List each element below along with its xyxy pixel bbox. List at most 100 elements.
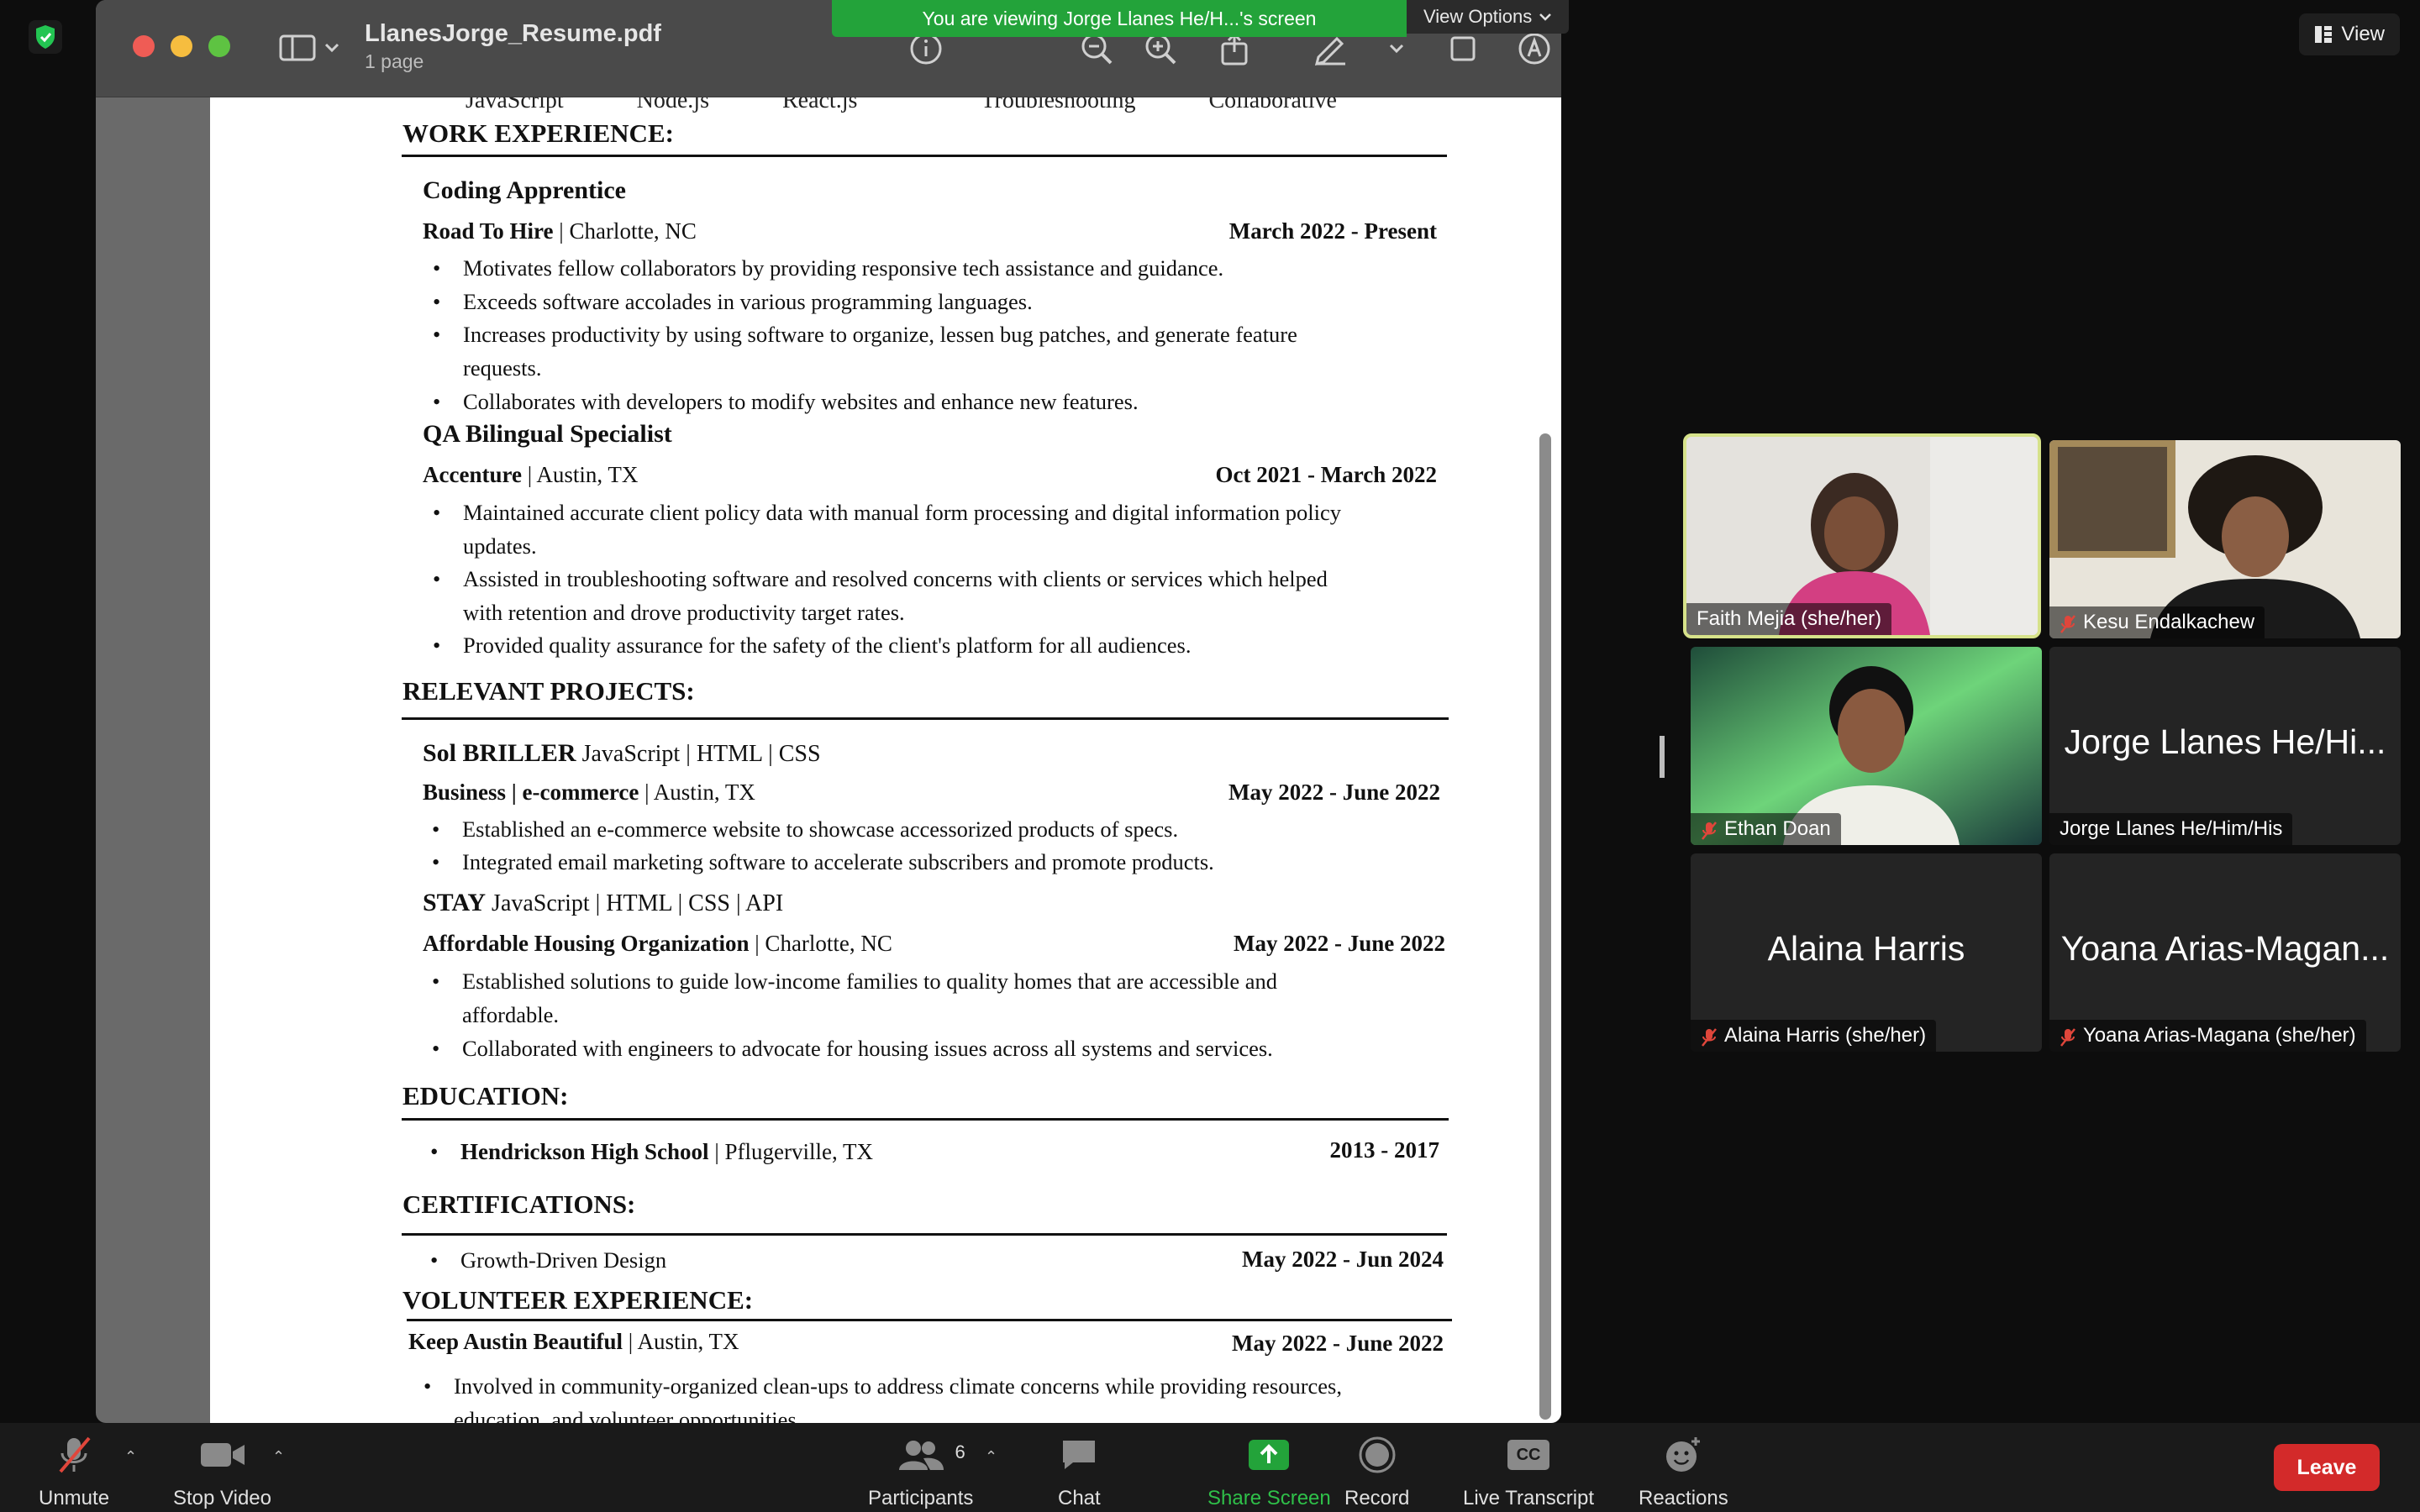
record-button[interactable]: Record [1344,1431,1409,1510]
panel-resize-handle[interactable] [1660,736,1665,778]
participant-tile-ethan[interactable]: Ethan Doan [1691,647,2042,845]
bullet-item: Increases productivity by using software… [433,318,1297,351]
live-transcript-button[interactable]: CC Live Transcript [1463,1431,1594,1510]
skill-text: Troubleshooting [981,97,1136,113]
section-heading-projects: RELEVANT PROJECTS: [402,676,695,706]
school-location: | Pflugerville, TX [708,1139,873,1164]
project-name: Sol BRILLER [423,739,576,767]
job-org: Road To Hire | Charlotte, NC [423,218,697,244]
reactions-label: Reactions [1639,1487,1728,1509]
share-screen-button[interactable]: Share Screen [1207,1431,1331,1510]
org-name: Affordable Housing Organization [423,931,750,956]
muted-mic-icon [2060,1026,2076,1047]
bullet-continuation: affordable. [462,1002,560,1027]
view-options-button[interactable]: View Options [1407,0,1570,34]
chat-button[interactable]: Chat [1058,1431,1101,1510]
document-page-count: 1 page [365,50,424,72]
bullet-item: Assisted in troubleshooting software and… [433,562,1328,596]
bullet-item: Integrated email marketing software to a… [432,845,1214,879]
job-dates: Oct 2021 - March 2022 [1215,462,1437,487]
certification-dates: May 2022 - Jun 2024 [1241,1247,1444,1272]
share-screen-icon [1247,1431,1291,1478]
stop-video-button[interactable]: Stop Video [173,1431,271,1510]
audio-options-caret[interactable]: ⌃ [124,1448,137,1466]
live-transcript-label: Live Transcript [1463,1487,1595,1509]
bullet-item: Collaborates with developers to modify w… [433,385,1139,418]
view-layout-button[interactable]: View [2299,13,2400,55]
muted-mic-icon [52,1431,96,1478]
cc-text: CC [1507,1440,1550,1470]
participant-name: Alaina Harris (she/her) [1724,1024,1927,1047]
bullet-continuation: education, and volunteer opportunities. [454,1407,802,1423]
viewing-screen-message: You are viewing Jorge Llanes He/H...'s s… [832,0,1407,37]
skill-text: React.js [781,97,858,113]
view-options-label: View Options [1423,6,1533,27]
participants-button[interactable]: 6 Participants [868,1431,973,1510]
unmute-label: Unmute [39,1487,110,1509]
minimize-window-button[interactable] [171,35,192,57]
participant-name-tag: Jorge Llanes He/Him/His [2049,813,2293,845]
view-label: View [2341,23,2385,45]
sidebar-icon [279,34,316,61]
volunteer-dates: May 2022 - June 2022 [1232,1331,1444,1356]
volunteer-org: Keep Austin Beautiful | Austin, TX [408,1329,739,1355]
section-rule [402,717,1449,720]
share-screen-label: Share Screen [1207,1487,1331,1509]
participants-count: 6 [955,1441,965,1462]
project-org: Business | e-commerce | Austin, TX [423,780,755,806]
participant-display-name: Jorge Llanes He/Hi... [2064,722,2386,761]
participant-name-tag: Yoana Arias-Magana (she/her) [2049,1020,2366,1052]
leave-meeting-button[interactable]: Leave [2274,1444,2380,1491]
section-rule [402,1118,1449,1121]
participant-tile-faith[interactable]: Faith Mejia (she/her) [1683,433,2041,638]
skill-text: Collaborative [1208,97,1337,113]
education-dates: 2013 - 2017 [1329,1137,1440,1163]
bullet-item: Established an e-commerce website to sho… [432,812,1178,846]
org-name: Road To Hire [423,218,554,244]
security-shield-icon[interactable] [29,20,62,54]
participant-tile-alaina[interactable]: Alaina Harris Alaina Harris (she/her) [1691,853,2042,1052]
participants-icon: 6 [897,1431,965,1478]
close-window-button[interactable] [133,35,155,57]
bullet-item: Involved in community-organized clean-up… [424,1369,1342,1403]
participant-tile-kesu[interactable]: Kesu Endalkachew [2049,440,2401,638]
job-title: Coding Apprentice [423,176,626,204]
document-title: LlanesJorge_Resume.pdf [365,20,661,47]
video-options-caret[interactable]: ⌃ [272,1448,285,1466]
section-heading-education: EDUCATION: [402,1081,569,1110]
participant-tile-jorge[interactable]: Jorge Llanes He/Hi... Jorge Llanes He/Hi… [2049,647,2401,845]
stop-video-label: Stop Video [173,1487,271,1509]
participant-name: Kesu Endalkachew [2083,611,2255,633]
org-name: Keep Austin Beautiful [408,1329,623,1354]
participant-display-name: Yoana Arias-Magan... [2060,929,2390,968]
participant-name-tag: Faith Mejia (she/her) [1686,603,1892,635]
org-name: Business | e-commerce [423,780,639,805]
org-location: | Charlotte, NC [749,931,892,956]
chat-bubble-icon [1060,1431,1098,1478]
unmute-button[interactable]: Unmute [39,1431,109,1510]
participant-name-tag: Ethan Doan [1691,813,1841,845]
participant-name: Faith Mejia (she/her) [1697,607,1882,630]
job-org: Accenture | Austin, TX [423,462,638,488]
muted-mic-icon [1701,819,1718,840]
reactions-button[interactable]: Reactions [1639,1431,1728,1510]
participants-options-caret[interactable]: ⌃ [985,1448,997,1466]
participant-display-name: Alaina Harris [1767,929,1965,968]
participant-tile-yoana[interactable]: Yoana Arias-Magan... Yoana Arias-Magana … [2049,853,2401,1052]
sidebar-toggle-button[interactable] [279,32,353,64]
section-rule [402,155,1447,157]
org-location: | Austin, TX [639,780,755,805]
bullet-item: Motivates fellow collaborators by provid… [433,251,1223,285]
project-title: Sol BRILLER JavaScript | HTML | CSS [423,739,821,768]
project-dates: May 2022 - June 2022 [1234,931,1445,956]
zoom-window-button[interactable] [208,35,230,57]
section-rule [402,1233,1447,1236]
chat-label: Chat [1058,1487,1101,1509]
bullet-item: Provided quality assurance for the safet… [433,628,1191,662]
document-scrollbar[interactable] [1539,433,1551,1420]
job-title: QA Bilingual Specialist [423,420,672,448]
reaction-smiley-icon [1664,1431,1702,1478]
bullet-continuation: updates. [463,533,537,559]
bullet-item: Maintained accurate client policy data w… [433,496,1341,529]
section-rule [407,1319,1452,1321]
